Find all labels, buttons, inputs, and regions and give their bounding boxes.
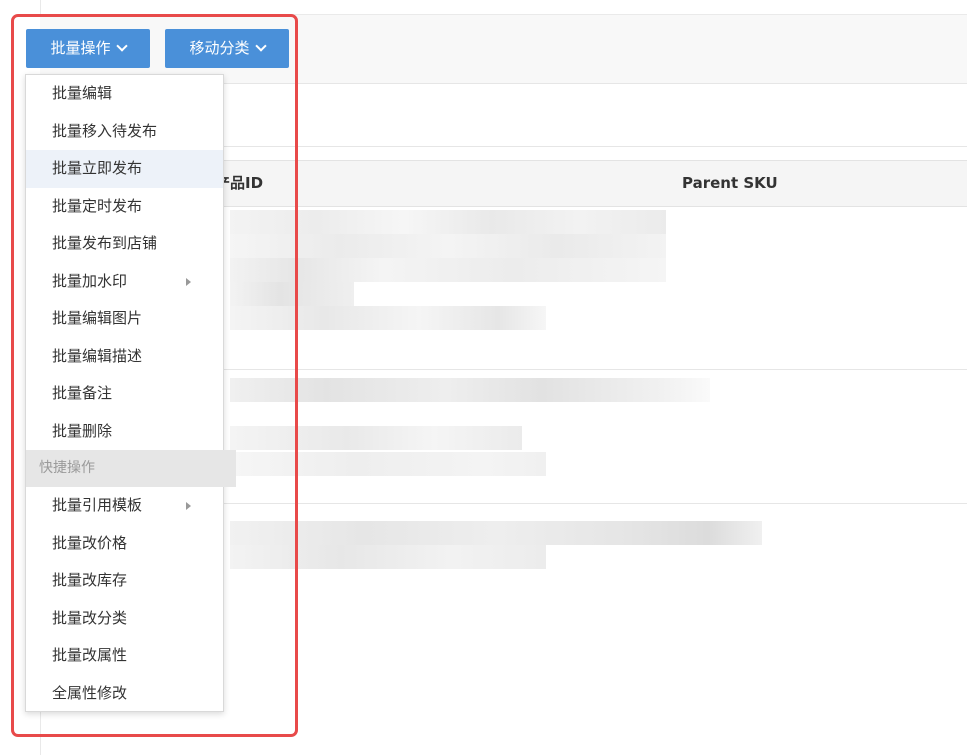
menu-item-label: 批量移入待发布 [52, 121, 158, 140]
menu-item-edit-description[interactable]: 批量编辑描述 [26, 338, 223, 376]
menu-item-publish-now[interactable]: 批量立即发布 [26, 150, 223, 188]
menu-item-change-attributes[interactable]: 批量改属性 [26, 637, 223, 675]
batch-operations-button[interactable]: 批量操作 [26, 29, 150, 68]
menu-item-label: 批量改价格 [52, 533, 128, 552]
column-header-parent-sku: Parent SKU [682, 174, 778, 192]
menu-item-label: 全属性修改 [52, 683, 128, 702]
menu-item-label: 批量删除 [52, 421, 113, 440]
submenu-arrow-icon [186, 277, 191, 286]
menu-item-move-to-pending[interactable]: 批量移入待发布 [26, 113, 223, 151]
menu-item-label: 批量引用模板 [52, 496, 143, 514]
menu-item-apply-template[interactable]: 批量引用模板 [26, 487, 223, 525]
table-row [230, 521, 762, 569]
menu-item-label: 批量编辑图片 [52, 309, 143, 327]
chevron-down-icon [115, 40, 128, 52]
menu-item-label: 批量改分类 [52, 608, 128, 627]
menu-item-edit-images[interactable]: 批量编辑图片 [26, 300, 223, 338]
menu-item-label: 批量备注 [52, 384, 113, 402]
chevron-down-icon [254, 40, 267, 52]
batch-operations-label: 批量操作 [50, 39, 111, 57]
menu-item-change-category[interactable]: 批量改分类 [26, 600, 223, 638]
submenu-arrow-icon [186, 502, 191, 510]
batch-operations-menu: 批量编辑 批量移入待发布 批量立即发布 批量定时发布 批量发布到店铺 批量加水印… [25, 74, 236, 713]
menu-item-change-price[interactable]: 批量改价格 [26, 525, 223, 563]
menu-item-batch-note[interactable]: 批量备注 [26, 375, 223, 413]
menu-item-label: 批量立即发布 [52, 159, 143, 177]
menu-item-publish-to-store[interactable]: 批量发布到店铺 [26, 225, 223, 263]
move-category-label: 移动分类 [189, 39, 250, 57]
menu-item-label: 批量发布到店铺 [52, 234, 158, 252]
menu-item-label: 批量定时发布 [52, 196, 143, 215]
menu-item-batch-delete[interactable]: 批量删除 [26, 413, 223, 451]
menu-item-scheduled-publish[interactable]: 批量定时发布 [26, 188, 223, 226]
menu-item-batch-edit[interactable]: 批量编辑 [26, 75, 223, 113]
menu-group-quick-actions: 快捷操作 [26, 450, 236, 487]
table-row [230, 210, 666, 282]
menu-item-label: 批量加水印 [52, 271, 128, 290]
menu-group-label: 快捷操作 [39, 460, 95, 476]
table-row [230, 282, 546, 330]
menu-item-edit-all-attributes[interactable]: 全属性修改 [26, 675, 223, 713]
menu-item-label: 批量改属性 [52, 646, 128, 664]
menu-item-change-stock[interactable]: 批量改库存 [26, 562, 223, 600]
menu-item-label: 批量编辑描述 [52, 346, 143, 365]
menu-item-label: 批量改库存 [52, 571, 128, 589]
menu-item-add-watermark[interactable]: 批量加水印 [26, 263, 223, 301]
move-category-button[interactable]: 移动分类 [165, 29, 289, 68]
menu-item-label: 批量编辑 [52, 84, 113, 102]
table-row [230, 378, 710, 476]
